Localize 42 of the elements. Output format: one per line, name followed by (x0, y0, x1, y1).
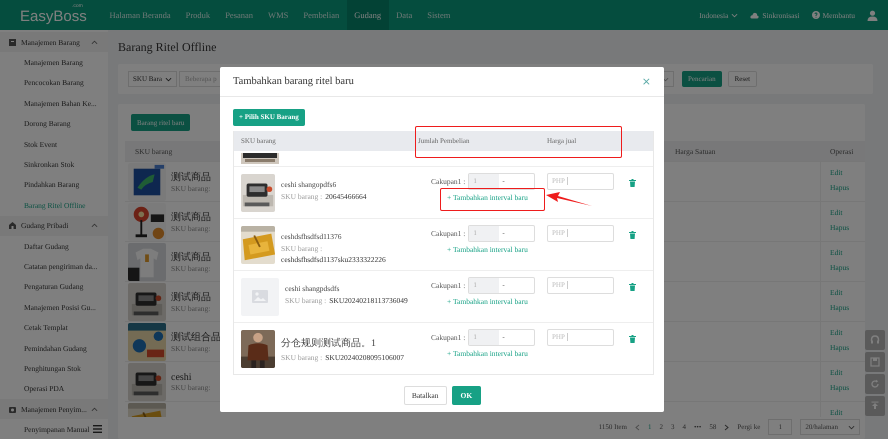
nav-menu-item[interactable]: Pembelian (296, 0, 347, 30)
product-name: ceshi (171, 372, 193, 382)
chevron-down-icon (848, 424, 855, 430)
chevron-up-icon (91, 40, 98, 45)
nav-menu-item[interactable]: Produk (178, 0, 218, 30)
trash-icon[interactable] (629, 178, 636, 186)
product-name: 测试商品 (171, 290, 211, 304)
close-button[interactable]: × (642, 75, 651, 88)
house-icon (8, 221, 17, 230)
user-icon[interactable] (867, 10, 878, 20)
nav-menu-item[interactable]: Halaman Beranda (102, 0, 178, 30)
help-icon (812, 11, 820, 19)
prev-page-icon[interactable] (634, 424, 640, 430)
chevron-up-icon (91, 406, 98, 412)
save-icon[interactable] (865, 352, 885, 372)
chevron-down-icon (164, 76, 172, 82)
chevron-down-icon (731, 12, 738, 18)
trash-icon[interactable] (629, 334, 636, 342)
upload-icon[interactable] (865, 396, 885, 416)
trash-icon[interactable] (629, 282, 636, 290)
trash-icon[interactable] (629, 230, 636, 238)
nav-menu-item[interactable]: WMS (260, 0, 296, 30)
nav-menu-item[interactable]: Pesanan (218, 0, 261, 30)
nav-menu-item[interactable]: Data (388, 0, 420, 30)
logo: EasyBoss (20, 10, 87, 24)
nav-menu-item[interactable]: Gudang (346, 0, 389, 30)
product-name: 分仓规则测试商品。1 (281, 336, 377, 350)
image-icon (252, 290, 268, 303)
next-page-icon[interactable] (724, 424, 730, 430)
nav-menu-item[interactable]: Sistem (420, 0, 458, 30)
camera-icon (8, 404, 17, 414)
cloud-icon (750, 12, 760, 18)
page-title: Barang Ritel Offline (118, 38, 218, 56)
product-name: 测试商品 (171, 170, 211, 184)
menu-icon[interactable] (93, 425, 102, 433)
product-name: 测试商品 (171, 210, 211, 224)
chevron-up-icon (91, 223, 98, 228)
dialog-title: Tambahkan barang ritel baru (233, 76, 355, 87)
headset-icon[interactable] (865, 330, 885, 350)
refresh-icon[interactable] (865, 374, 885, 394)
product-name: 测试商品 (171, 250, 211, 264)
box-icon (8, 38, 17, 47)
